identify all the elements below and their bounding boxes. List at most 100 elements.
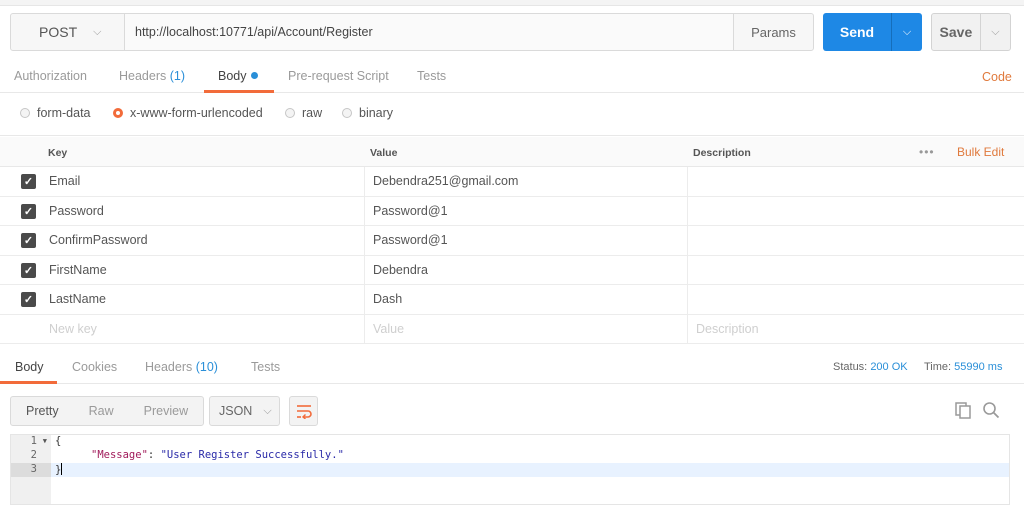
resp-tab-body[interactable]: Body xyxy=(15,360,44,374)
radio-urlencoded-label: x-www-form-urlencoded xyxy=(130,106,263,120)
response-view-toolbar: Pretty Raw Preview xyxy=(10,396,205,426)
save-dropdown-chevron-icon[interactable]: ⌵ xyxy=(979,14,1010,50)
tab-authorization[interactable]: Authorization xyxy=(14,69,87,83)
radio-circle-icon xyxy=(285,108,295,118)
body-modified-dot-icon xyxy=(250,72,258,79)
body-type-selector: form-data x-www-form-urlencoded raw bina… xyxy=(0,94,1024,136)
radio-binary-label: binary xyxy=(359,106,394,120)
url-input[interactable]: http://localhost:10771/api/Account/Regis… xyxy=(125,14,733,50)
response-tabs: Body Cookies Headers (10) Tests Status: … xyxy=(0,352,1024,384)
radio-raw-label: raw xyxy=(302,106,323,120)
row-checkbox[interactable]: ✓ xyxy=(21,292,36,307)
request-tabs: Authorization Headers (1) Body Pre-reque… xyxy=(0,63,1024,93)
row-key[interactable]: ConfirmPassword xyxy=(49,226,148,255)
radio-urlencoded[interactable]: x-www-form-urlencoded xyxy=(113,106,263,120)
resp-headers-count: (10) xyxy=(195,360,218,374)
tab-tests[interactable]: Tests xyxy=(417,69,446,83)
tab-prerequest-script[interactable]: Pre-request Script xyxy=(288,69,389,83)
row-value[interactable]: Debendra251@gmail.com xyxy=(364,167,687,196)
save-button[interactable]: Save ⌵ xyxy=(931,13,1011,51)
wrap-lines-icon xyxy=(296,405,312,419)
headers-count: (1) xyxy=(169,69,186,83)
response-body-editor[interactable]: 1 ▼ 2 3 { "Message": "User Register Succe… xyxy=(10,434,1010,505)
tab-headers-label: Headers xyxy=(119,69,167,83)
active-resp-tab-indicator xyxy=(0,381,57,384)
format-label: JSON xyxy=(219,404,253,418)
view-preview-button[interactable]: Preview xyxy=(129,397,203,425)
new-value-input[interactable]: Value xyxy=(364,314,687,343)
row-description[interactable] xyxy=(687,226,1024,255)
header-key: Key xyxy=(48,147,68,159)
radio-circle-icon xyxy=(20,108,30,118)
time-value: 55990 ms xyxy=(954,361,1003,373)
view-raw-button[interactable]: Raw xyxy=(74,397,129,425)
resp-tab-cookies[interactable]: Cookies xyxy=(72,360,117,374)
resp-tab-tests[interactable]: Tests xyxy=(251,360,280,374)
row-value[interactable]: Password@1 xyxy=(364,196,687,225)
json-separator: : xyxy=(147,449,161,461)
new-key-input[interactable]: New key xyxy=(49,315,97,344)
view-pretty-button[interactable]: Pretty xyxy=(11,397,74,425)
code-line: "Message": "User Register Successfully." xyxy=(91,449,344,463)
params-table: Key Value Description ••• Bulk Edit ✓ Em… xyxy=(0,137,1024,344)
search-icon[interactable] xyxy=(982,401,1000,419)
wrap-lines-button[interactable] xyxy=(289,396,318,426)
table-row: ✓ ConfirmPassword Password@1 xyxy=(0,226,1024,256)
bulk-edit-link[interactable]: Bulk Edit xyxy=(957,145,1004,159)
row-description[interactable] xyxy=(687,285,1024,314)
row-key[interactable]: LastName xyxy=(49,285,106,314)
row-key[interactable]: Email xyxy=(49,167,80,196)
current-line-highlight xyxy=(51,463,1009,477)
line-number: 1 ▼ xyxy=(30,435,47,447)
code-line: } xyxy=(55,463,63,477)
table-row: ✓ LastName Dash xyxy=(0,285,1024,315)
table-row: ✓ Email Debendra251@gmail.com xyxy=(0,167,1024,197)
radio-form-data[interactable]: form-data xyxy=(20,106,91,120)
status-label: Status: xyxy=(833,361,868,373)
format-select[interactable]: JSON ⌵ xyxy=(209,396,280,426)
save-label: Save xyxy=(939,24,973,40)
resp-tab-headers[interactable]: Headers (10) xyxy=(145,360,218,374)
row-value[interactable]: Dash xyxy=(364,285,687,314)
row-value[interactable]: Password@1 xyxy=(364,226,687,255)
params-button[interactable]: Params xyxy=(733,14,813,50)
status-readout: Status: 200 OK xyxy=(833,361,908,373)
send-dropdown-chevron-icon[interactable]: ⌵ xyxy=(891,13,922,51)
tab-body-label: Body xyxy=(218,69,247,83)
new-description-input[interactable]: Description xyxy=(687,314,1024,343)
json-key: "Message" xyxy=(91,449,148,461)
row-value[interactable]: Debendra xyxy=(364,255,687,284)
text-caret xyxy=(61,463,63,475)
time-readout: Time: 55990 ms xyxy=(924,361,1002,373)
window-top-strip xyxy=(0,0,1024,6)
row-description[interactable] xyxy=(687,167,1024,196)
radio-form-data-label: form-data xyxy=(37,106,91,120)
fold-arrow-icon[interactable]: ▼ xyxy=(43,437,47,445)
row-checkbox[interactable]: ✓ xyxy=(21,174,36,189)
header-description: Description xyxy=(693,147,751,159)
method-select[interactable]: POST ⌵ xyxy=(11,14,125,50)
chevron-down-icon: ⌵ xyxy=(93,25,102,38)
table-row: ✓ Password Password@1 xyxy=(0,196,1024,226)
json-string-value: "User Register Successfully." xyxy=(160,449,344,461)
row-checkbox[interactable]: ✓ xyxy=(21,233,36,248)
row-checkbox[interactable]: ✓ xyxy=(21,262,36,278)
row-description[interactable] xyxy=(687,255,1024,284)
tab-body[interactable]: Body xyxy=(218,69,258,83)
row-key[interactable]: FirstName xyxy=(49,256,107,285)
resp-tab-headers-label: Headers xyxy=(145,360,193,374)
radio-raw[interactable]: raw xyxy=(285,106,322,120)
row-description[interactable] xyxy=(687,196,1024,225)
row-checkbox[interactable]: ✓ xyxy=(21,203,36,219)
tab-headers[interactable]: Headers (1) xyxy=(119,69,185,83)
code-link[interactable]: Code xyxy=(982,70,1012,84)
more-options-icon[interactable]: ••• xyxy=(919,145,935,159)
send-button[interactable]: Send ⌵ xyxy=(823,13,922,51)
new-row: New key Value Description xyxy=(0,314,1024,344)
copy-icon[interactable] xyxy=(954,401,972,419)
header-value: Value xyxy=(370,147,398,159)
row-key[interactable]: Password xyxy=(49,197,104,226)
send-label: Send xyxy=(839,24,875,40)
active-tab-indicator xyxy=(204,90,274,93)
radio-binary[interactable]: binary xyxy=(342,106,393,120)
